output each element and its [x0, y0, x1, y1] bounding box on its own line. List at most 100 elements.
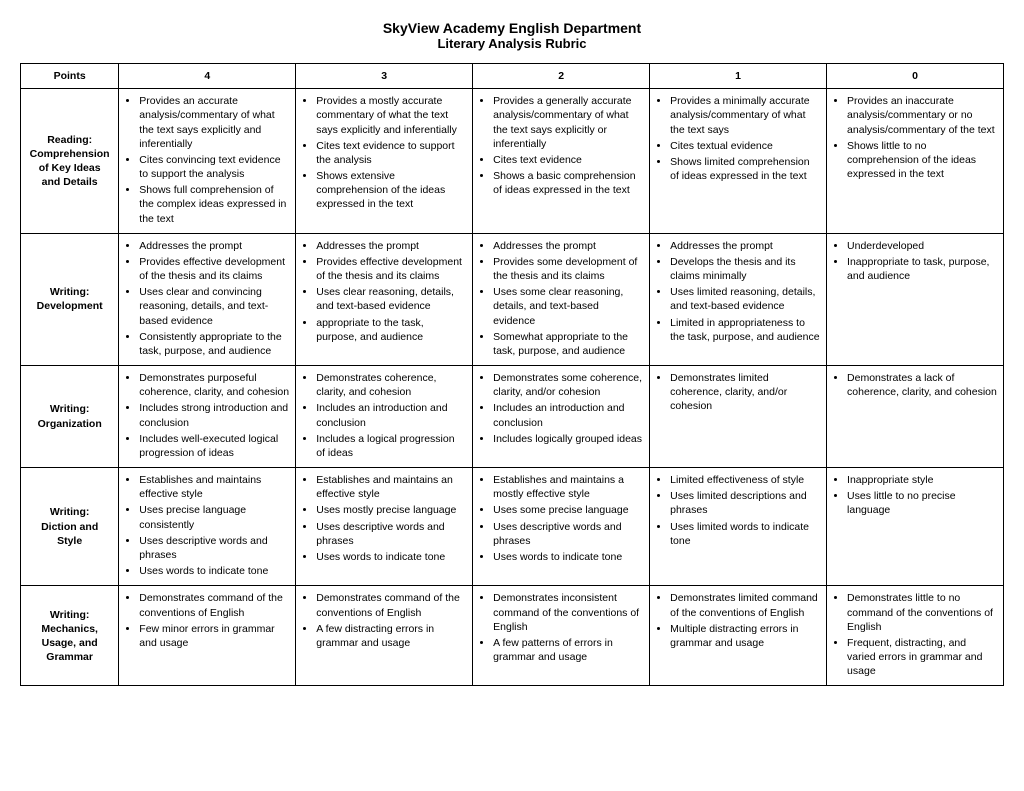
rubric-cell: Establishes and maintains a mostly effec…: [473, 468, 650, 586]
list-item: Demonstrates command of the conventions …: [316, 591, 466, 619]
list-item: Addresses the prompt: [670, 239, 820, 253]
list-item: Cites text evidence to support the analy…: [316, 139, 466, 167]
rubric-cell: Demonstrates command of the conventions …: [296, 586, 473, 686]
rubric-cell: Addresses the prompt Develops the thesis …: [650, 233, 827, 365]
rubric-cell: Provides a mostly accurate commentary of…: [296, 89, 473, 234]
rubric-cell: Provides a generally accurate analysis/c…: [473, 89, 650, 234]
list-item: Uses clear and convincing reasoning, det…: [139, 285, 289, 328]
list-item: Shows full comprehension of the complex …: [139, 183, 289, 226]
list-item: Uses precise language consistently: [139, 503, 289, 531]
table-row: Writing:Mechanics,Usage, andGrammarDemon…: [21, 586, 1004, 686]
rubric-cell: Demonstrates little to no command of the…: [827, 586, 1004, 686]
rubric-cell: Establishes and maintains effective styl…: [119, 468, 296, 586]
header-row: Points 4 3 2 1 0: [21, 64, 1004, 89]
rubric-cell: Demonstrates limited command of the conv…: [650, 586, 827, 686]
list-item: Frequent, distracting, and varied errors…: [847, 636, 997, 679]
list-item: Establishes and maintains effective styl…: [139, 473, 289, 501]
rubric-cell: Inappropriate styleUses little to no pre…: [827, 468, 1004, 586]
list-item: Provides a minimally accurate analysis/c…: [670, 94, 820, 137]
list-item: Cites convincing text evidence to suppor…: [139, 153, 289, 181]
list-item: Multiple distracting errors in grammar a…: [670, 622, 820, 650]
table-row: Writing:Development Addresses the prompt P…: [21, 233, 1004, 365]
list-item: Shows little to no comprehension of the …: [847, 139, 997, 182]
list-item: Provides some development of the thesis …: [493, 255, 643, 283]
list-item: Uses clear reasoning, details, and text-…: [316, 285, 466, 313]
list-item: Cites text evidence: [493, 153, 643, 167]
rubric-cell: Demonstrates command of the conventions …: [119, 586, 296, 686]
list-item: Shows extensive comprehension of the ide…: [316, 169, 466, 212]
list-item: Demonstrates purposeful coherence, clari…: [139, 371, 289, 399]
list-item: Provides a mostly accurate commentary of…: [316, 94, 466, 137]
table-row: Writing:Organization Demonstrates purpose…: [21, 366, 1004, 468]
rubric-cell: Demonstrates purposeful coherence, clari…: [119, 366, 296, 468]
list-item: Includes an introduction and conclusion: [493, 401, 643, 429]
list-item: Provides an inaccurate analysis/commenta…: [847, 94, 997, 137]
list-item: Cites textual evidence: [670, 139, 820, 153]
list-item: Uses limited words to indicate tone: [670, 520, 820, 548]
list-item: Limited effectiveness of style: [670, 473, 820, 487]
rubric-cell: Demonstrates some coherence, clarity, an…: [473, 366, 650, 468]
col-header-points: Points: [21, 64, 119, 89]
rubric-table: Points 4 3 2 1 0 Reading:Comprehensionof…: [20, 63, 1004, 686]
list-item: Uses words to indicate tone: [316, 550, 466, 564]
list-item: Includes logically grouped ideas: [493, 432, 643, 446]
list-item: Establishes and maintains a mostly effec…: [493, 473, 643, 501]
list-item: Uses some clear reasoning, details, and …: [493, 285, 643, 328]
list-item: Uses descriptive words and phrases: [493, 520, 643, 548]
list-item: Includes strong introduction and conclus…: [139, 401, 289, 429]
list-item: Addresses the prompt: [139, 239, 289, 253]
list-item: Demonstrates limited command of the conv…: [670, 591, 820, 619]
col-header-0: 0: [827, 64, 1004, 89]
table-row: Writing:Diction andStyle Establishes and …: [21, 468, 1004, 586]
list-item: Provides effective development of the th…: [316, 255, 466, 283]
rubric-cell: Underdeveloped Inappropriate to task, pur…: [827, 233, 1004, 365]
list-item: Addresses the prompt: [316, 239, 466, 253]
category-label: Reading:Comprehensionof Key Ideasand Det…: [21, 89, 119, 234]
col-header-2: 2: [473, 64, 650, 89]
list-item: Uses mostly precise language: [316, 503, 466, 517]
list-item: Demonstrates limited coherence, clarity,…: [670, 371, 820, 414]
list-item: A few patterns of errors in grammar and …: [493, 636, 643, 664]
list-item: Demonstrates inconsistent command of the…: [493, 591, 643, 634]
list-item: Inappropriate to task, purpose, and audi…: [847, 255, 997, 283]
list-item: Provides a generally accurate analysis/c…: [493, 94, 643, 151]
list-item: Uses limited descriptions and phrases: [670, 489, 820, 517]
col-header-4: 4: [119, 64, 296, 89]
list-item: Demonstrates some coherence, clarity, an…: [493, 371, 643, 399]
list-item: Includes well-executed logical progressi…: [139, 432, 289, 460]
list-item: Few minor errors in grammar and usage: [139, 622, 289, 650]
category-label: Writing:Diction andStyle: [21, 468, 119, 586]
list-item: Includes a logical progression of ideas: [316, 432, 466, 460]
rubric-cell: Demonstrates coherence, clarity, and coh…: [296, 366, 473, 468]
page-title: SkyView Academy English Department Liter…: [20, 20, 1004, 51]
rubric-cell: Establishes and maintains an effective s…: [296, 468, 473, 586]
category-label: Writing:Organization: [21, 366, 119, 468]
list-item: Shows limited comprehension of ideas exp…: [670, 155, 820, 183]
title-line2: Literary Analysis Rubric: [20, 36, 1004, 51]
list-item: Limited in appropriateness to the task, …: [670, 316, 820, 344]
list-item: Addresses the prompt: [493, 239, 643, 253]
list-item: Uses some precise language: [493, 503, 643, 517]
list-item: A few distracting errors in grammar and …: [316, 622, 466, 650]
list-item: Establishes and maintains an effective s…: [316, 473, 466, 501]
list-item: Underdeveloped: [847, 239, 997, 253]
list-item: Consistently appropriate to the task, pu…: [139, 330, 289, 358]
list-item: Develops the thesis and its claims minim…: [670, 255, 820, 283]
list-item: Provides effective development of the th…: [139, 255, 289, 283]
rubric-cell: Addresses the prompt Provides effective d…: [296, 233, 473, 365]
list-item: Inappropriate style: [847, 473, 997, 487]
rubric-cell: Addresses the prompt Provides effective d…: [119, 233, 296, 365]
rubric-cell: Demonstrates limited coherence, clarity,…: [650, 366, 827, 468]
table-row: Reading:Comprehensionof Key Ideasand Det…: [21, 89, 1004, 234]
rubric-cell: Provides a minimally accurate analysis/c…: [650, 89, 827, 234]
list-item: Demonstrates coherence, clarity, and coh…: [316, 371, 466, 399]
category-label: Writing:Development: [21, 233, 119, 365]
list-item: Somewhat appropriate to the task, purpos…: [493, 330, 643, 358]
list-item: Shows a basic comprehension of ideas exp…: [493, 169, 643, 197]
list-item: Uses descriptive words and phrases: [139, 534, 289, 562]
list-item: Includes an introduction and conclusion: [316, 401, 466, 429]
list-item: Uses limited reasoning, details, and tex…: [670, 285, 820, 313]
list-item: Uses words to indicate tone: [139, 564, 289, 578]
list-item: Demonstrates a lack of coherence, clarit…: [847, 371, 997, 399]
col-header-3: 3: [296, 64, 473, 89]
